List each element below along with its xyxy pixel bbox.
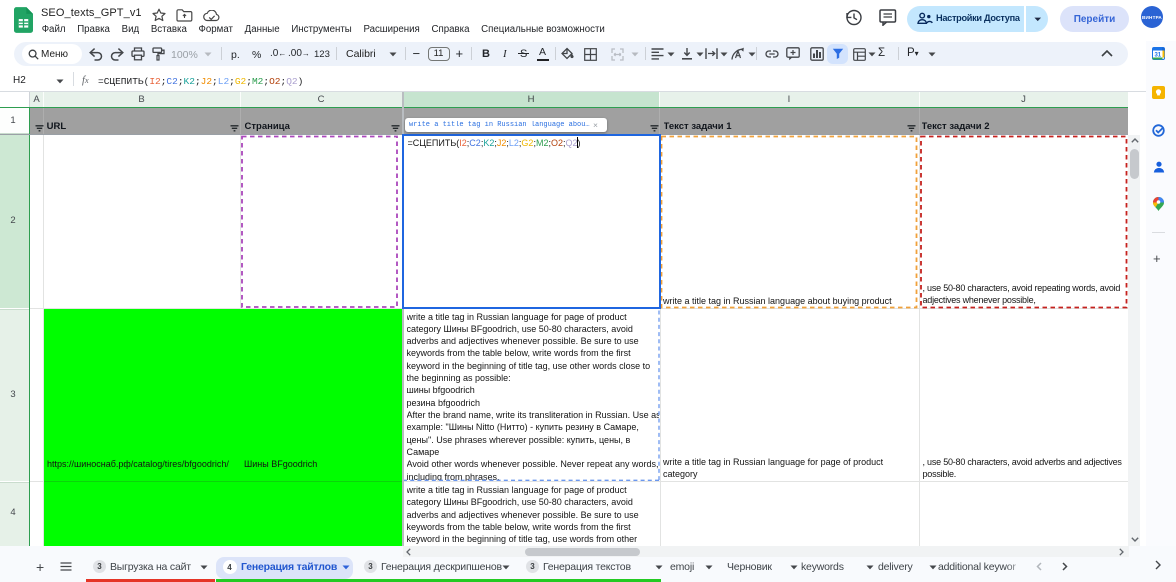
svg-text:31: 31: [1154, 52, 1161, 58]
